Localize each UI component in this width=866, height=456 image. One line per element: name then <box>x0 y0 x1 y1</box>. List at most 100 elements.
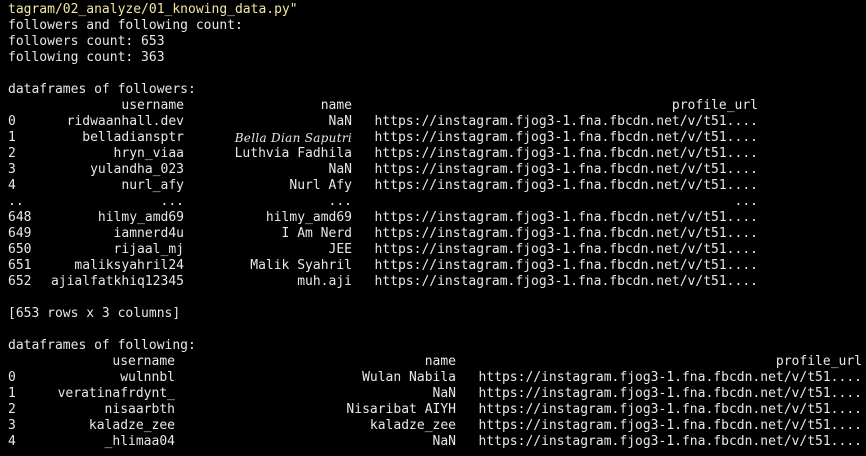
table-row: 3 yulandha_023 NaN https://instagram.fjog3-… <box>8 162 758 178</box>
index-header <box>8 354 47 370</box>
profile-url-cell: https://instagram.fjog3-1.fna.fbcdn.net/… <box>374 226 758 241</box>
following-heading: dataframes of following: <box>8 338 196 353</box>
name-cell: JEE <box>328 242 352 257</box>
table-row: 1 belladiansptr Bella Dian Saputri https://… <box>8 130 758 146</box>
profile-url-cell: https://instagram.fjog3-1.fna.fbcdn.net/… <box>478 402 862 417</box>
username-cell: nisaarbth <box>104 402 175 417</box>
name-cell: hilmy_amd69 <box>265 210 352 225</box>
profile-url-cell: https://instagram.fjog3-1.fna.fbcdn.net/… <box>374 210 758 225</box>
row-index: 649 <box>8 226 32 241</box>
row-index: 1 <box>8 386 16 401</box>
row-index: 648 <box>8 210 32 225</box>
table-row: 0 ridwaanhall.dev NaN https://instagram.fjo… <box>8 114 758 130</box>
followers-dataframe: username name profile_url 0 ridwaanhall.d… <box>8 98 758 290</box>
profile-url-cell: https://instagram.fjog3-1.fna.fbcdn.net/… <box>374 178 758 193</box>
name-cell: Wulan Nabila <box>362 370 456 385</box>
profile-url-cell: https://instagram.fjog3-1.fna.fbcdn.net/… <box>478 434 862 449</box>
row-index: 652 <box>8 274 32 289</box>
table-row: 3 kaladze_zee kaladze_zee https://instagram… <box>8 418 862 434</box>
row-index: 2 <box>8 146 16 161</box>
username-cell: maliksyahril24 <box>74 258 184 273</box>
table-row: 652 ajialfatkhiq12345 muh.aji https://insta… <box>8 274 758 290</box>
table-row: 4 _hlimaa04 NaN https://instagram.fjog3-1.f… <box>8 434 862 450</box>
profile-url-cell: https://instagram.fjog3-1.fna.fbcdn.net/… <box>478 370 862 385</box>
name-cell: Luthvia Fadhila <box>234 146 352 161</box>
username-cell: _hlimaa04 <box>104 434 175 449</box>
followers-heading: dataframes of followers: <box>8 82 196 97</box>
row-index: 3 <box>8 162 16 177</box>
row-index: 0 <box>8 370 16 385</box>
row-index: 4 <box>8 178 16 193</box>
profile-url-cell: https://instagram.fjog3-1.fna.fbcdn.net/… <box>478 386 862 401</box>
followers-body: 0 ridwaanhall.dev NaN https://instagram.fjo… <box>8 114 758 290</box>
output-line: following count: 363 <box>8 50 165 65</box>
profile-url-cell: https://instagram.fjog3-1.fna.fbcdn.net/… <box>374 258 758 273</box>
terminal-window: tagram/02_analyze/01_knowing_data.py" fo… <box>0 0 866 456</box>
username-cell: wulnnbl <box>120 370 175 385</box>
following-dataframe: username name profile_url 0 wulnnbl Wulan … <box>8 354 862 450</box>
following-body: 0 wulnnbl Wulan Nabila https://instagram.fj… <box>8 370 862 450</box>
table-row: 2 nisaarbth Nisaribat AIYH https://instagra… <box>8 402 862 418</box>
table-row: 648 hilmy_amd69 hilmy_amd69 https://instagr… <box>8 210 758 226</box>
name-cell: Bella Dian Saputri <box>234 131 352 145</box>
name-cell: kaladze_zee <box>369 418 456 433</box>
username-header: username <box>112 354 175 369</box>
profile-url-cell: https://instagram.fjog3-1.fna.fbcdn.net/… <box>374 114 758 129</box>
row-index: 4 <box>8 434 16 449</box>
output-line: followers and following count: <box>8 18 243 33</box>
row-index: 1 <box>8 130 16 145</box>
table-row: 651 maliksyahril24 Malik Syahril https://in… <box>8 258 758 274</box>
username-header: username <box>121 98 184 113</box>
profile-url-cell: https://instagram.fjog3-1.fna.fbcdn.net/… <box>478 418 862 433</box>
name-cell: NaN <box>328 162 352 177</box>
name-cell: NaN <box>432 386 456 401</box>
name-header: name <box>320 98 352 113</box>
profile-url-cell: https://instagram.fjog3-1.fna.fbcdn.net/… <box>374 274 758 289</box>
following-header-row: username name profile_url <box>8 354 862 370</box>
table-row: 0 wulnnbl Wulan Nabila https://instagram.fj… <box>8 370 862 386</box>
profile-url-header: profile_url <box>671 98 758 113</box>
table-row: 1 veratinafrdynt_ NaN https://instagram.fjo… <box>8 386 862 402</box>
command-line: tagram/02_analyze/01_knowing_data.py" <box>8 2 298 17</box>
name-header: name <box>424 354 456 369</box>
output-line: followers count: 653 <box>8 34 165 49</box>
name-cell: Malik Syahril <box>250 258 352 273</box>
name-cell: muh.aji <box>297 274 352 289</box>
username-cell: kaladze_zee <box>88 418 175 433</box>
username-cell: iamnerd4u <box>113 226 184 241</box>
username-cell: yulandha_023 <box>90 162 184 177</box>
table-row: 4 nurl_afy Nurl Afy https://instagram.fjog3… <box>8 178 758 194</box>
username-cell: ... <box>160 194 184 209</box>
username-cell: hilmy_amd69 <box>97 210 184 225</box>
profile-url-cell: https://instagram.fjog3-1.fna.fbcdn.net/… <box>374 130 758 145</box>
table-row: 649 iamnerd4u I Am Nerd https://instagram.f… <box>8 226 758 242</box>
row-index: 651 <box>8 258 32 273</box>
username-cell: ridwaanhall.dev <box>66 114 184 129</box>
name-cell: I Am Nerd <box>281 226 352 241</box>
name-cell: Nurl Afy <box>289 178 352 193</box>
username-cell: hryn_viaa <box>113 146 184 161</box>
profile-url-cell: https://instagram.fjog3-1.fna.fbcdn.net/… <box>374 146 758 161</box>
row-index: 0 <box>8 114 16 129</box>
name-cell: NaN <box>432 434 456 449</box>
username-cell: ajialfatkhiq12345 <box>50 274 184 289</box>
name-cell: Nisaribat AIYH <box>346 402 456 417</box>
table-row: ........... <box>8 194 758 210</box>
name-cell: NaN <box>328 114 352 129</box>
followers-shape-summary: [653 rows x 3 columns] <box>8 306 181 321</box>
row-index: 3 <box>8 418 16 433</box>
username-cell: belladiansptr <box>82 130 184 145</box>
profile-url-cell: https://instagram.fjog3-1.fna.fbcdn.net/… <box>374 162 758 177</box>
profile-url-cell: ... <box>734 194 758 209</box>
table-row: 650 rijaal_mj JEE https://instagram.fjog3-1… <box>8 242 758 258</box>
row-index: 650 <box>8 242 32 257</box>
profile-url-cell: https://instagram.fjog3-1.fna.fbcdn.net/… <box>374 242 758 257</box>
username-cell: veratinafrdynt_ <box>57 386 175 401</box>
name-cell: ... <box>328 194 352 209</box>
followers-header-row: username name profile_url <box>8 98 758 114</box>
username-cell: rijaal_mj <box>113 242 184 257</box>
row-index: .. <box>8 194 24 209</box>
